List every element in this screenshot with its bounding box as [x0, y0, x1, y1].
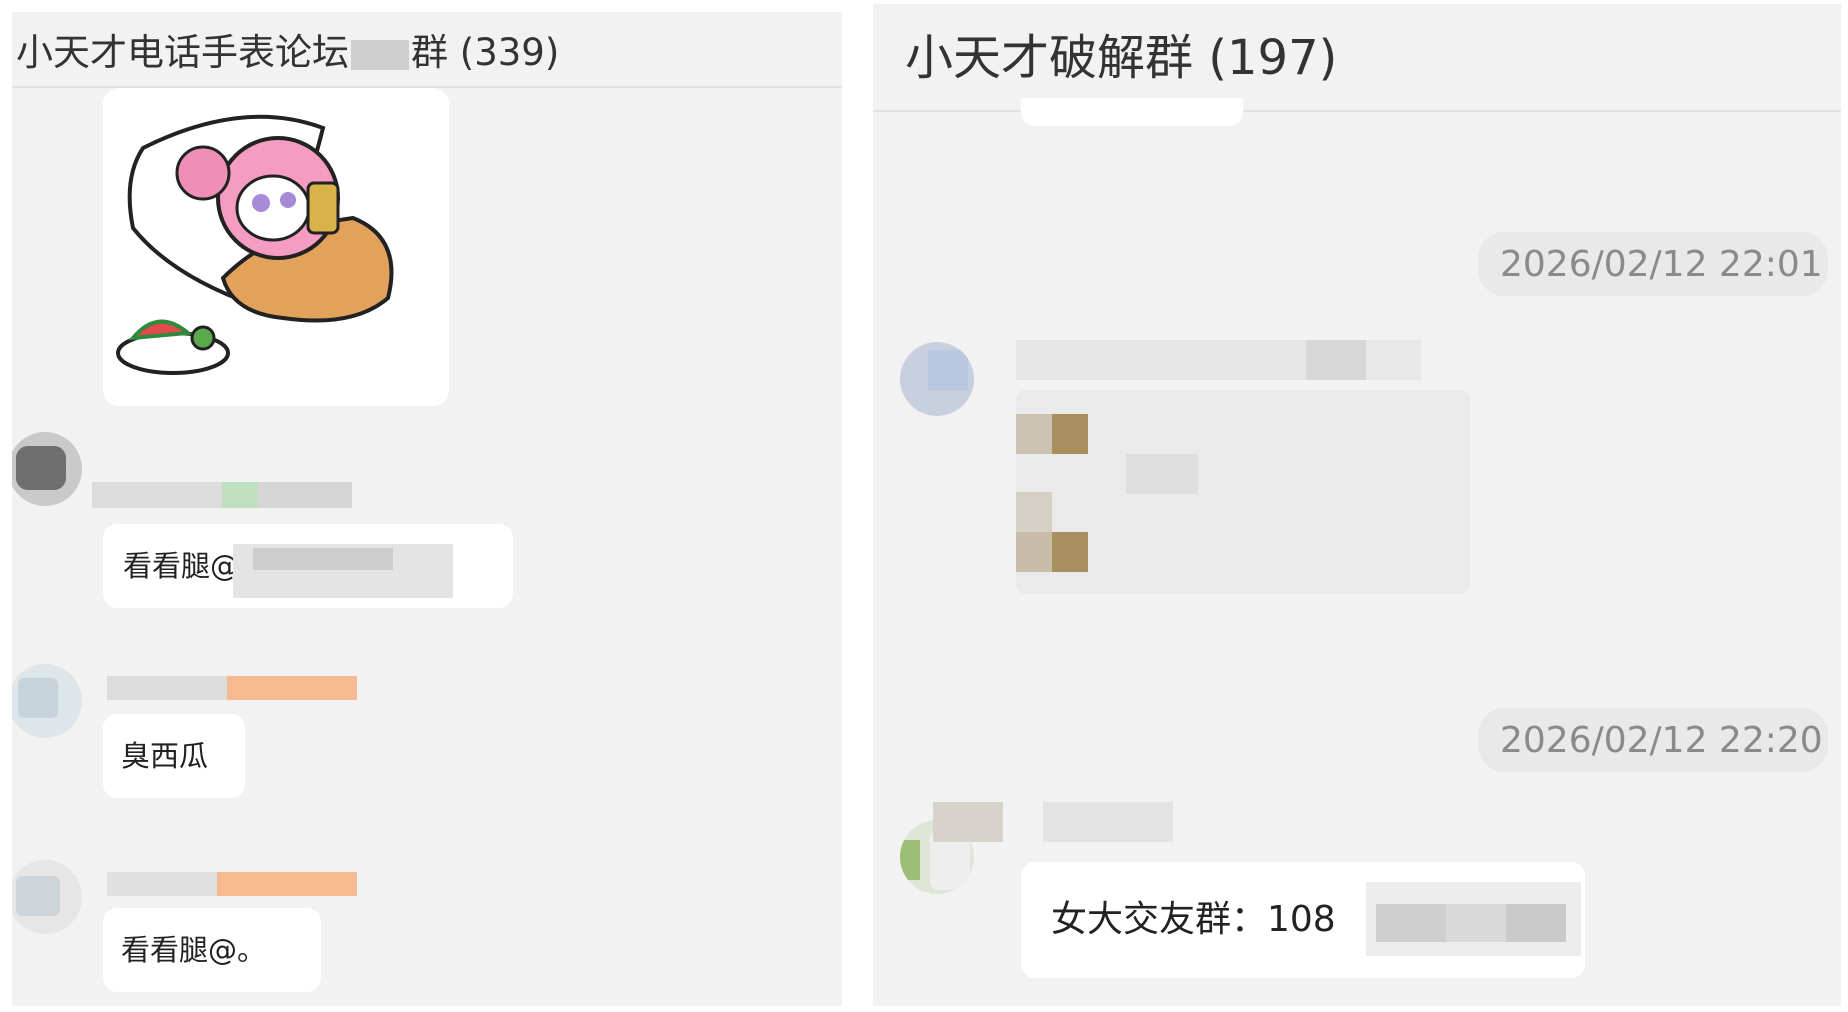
message-bubble[interactable]: 看看腿@。 — [103, 908, 321, 992]
right-chat-window: 小天才破解群 (197) 2026/02/12 22:01 2026/02/12… — [873, 4, 1841, 1006]
sender-name-mosaic — [92, 482, 352, 508]
message-bubble-partial[interactable] — [1021, 98, 1243, 126]
timestamp: 2026/02/12 22:20 — [1478, 708, 1828, 772]
redacted-number-mosaic — [1366, 882, 1581, 956]
timestamp-text: 2026/02/12 22:01 — [1500, 244, 1823, 285]
message-bubble[interactable]: 看看腿@ — [103, 524, 513, 608]
sticker-message[interactable] — [103, 88, 449, 406]
chat-title-text: 小天才电话手表论坛 — [16, 31, 349, 74]
message-text: 臭西瓜 — [121, 739, 209, 773]
redacted-title-mosaic — [351, 39, 409, 70]
avatar[interactable] — [12, 664, 82, 738]
message-text: 女大交友群：108 — [1051, 899, 1336, 940]
sender-name-mosaic — [1016, 340, 1421, 380]
sender-name-mosaic — [107, 676, 357, 700]
chat-title: 小天才电话手表论坛 群 (339) — [16, 22, 559, 76]
avatar[interactable] — [12, 860, 82, 934]
chat-title: 小天才破解群 (197) — [905, 30, 1338, 86]
sender-name-mosaic — [933, 802, 1173, 842]
chat-header: 小天才电话手表论坛 群 (339) — [12, 12, 842, 88]
message-text: 看看腿@。 — [121, 933, 267, 967]
redacted-mention-mosaic — [233, 544, 453, 598]
message-bubble[interactable]: 女大交友群：108 — [1021, 862, 1585, 978]
message-text: 看看腿@ — [123, 549, 240, 583]
left-chat-window: 小天才电话手表论坛 群 (339) 看看腿@ 臭西瓜 看看腿@。 — [12, 12, 842, 1006]
message-bubble[interactable]: 臭西瓜 — [103, 714, 245, 798]
sender-name-mosaic — [107, 872, 357, 896]
timestamp-text: 2026/02/12 22:20 — [1500, 720, 1823, 761]
avatar[interactable] — [900, 342, 974, 416]
anime-girl-sticker — [116, 114, 394, 375]
chat-title-suffix: 群 (339) — [411, 31, 560, 74]
timestamp: 2026/02/12 22:01 — [1478, 232, 1828, 296]
avatar[interactable] — [12, 432, 82, 506]
redacted-image-message[interactable] — [1016, 390, 1470, 594]
chat-header: 小天才破解群 (197) — [873, 4, 1841, 112]
